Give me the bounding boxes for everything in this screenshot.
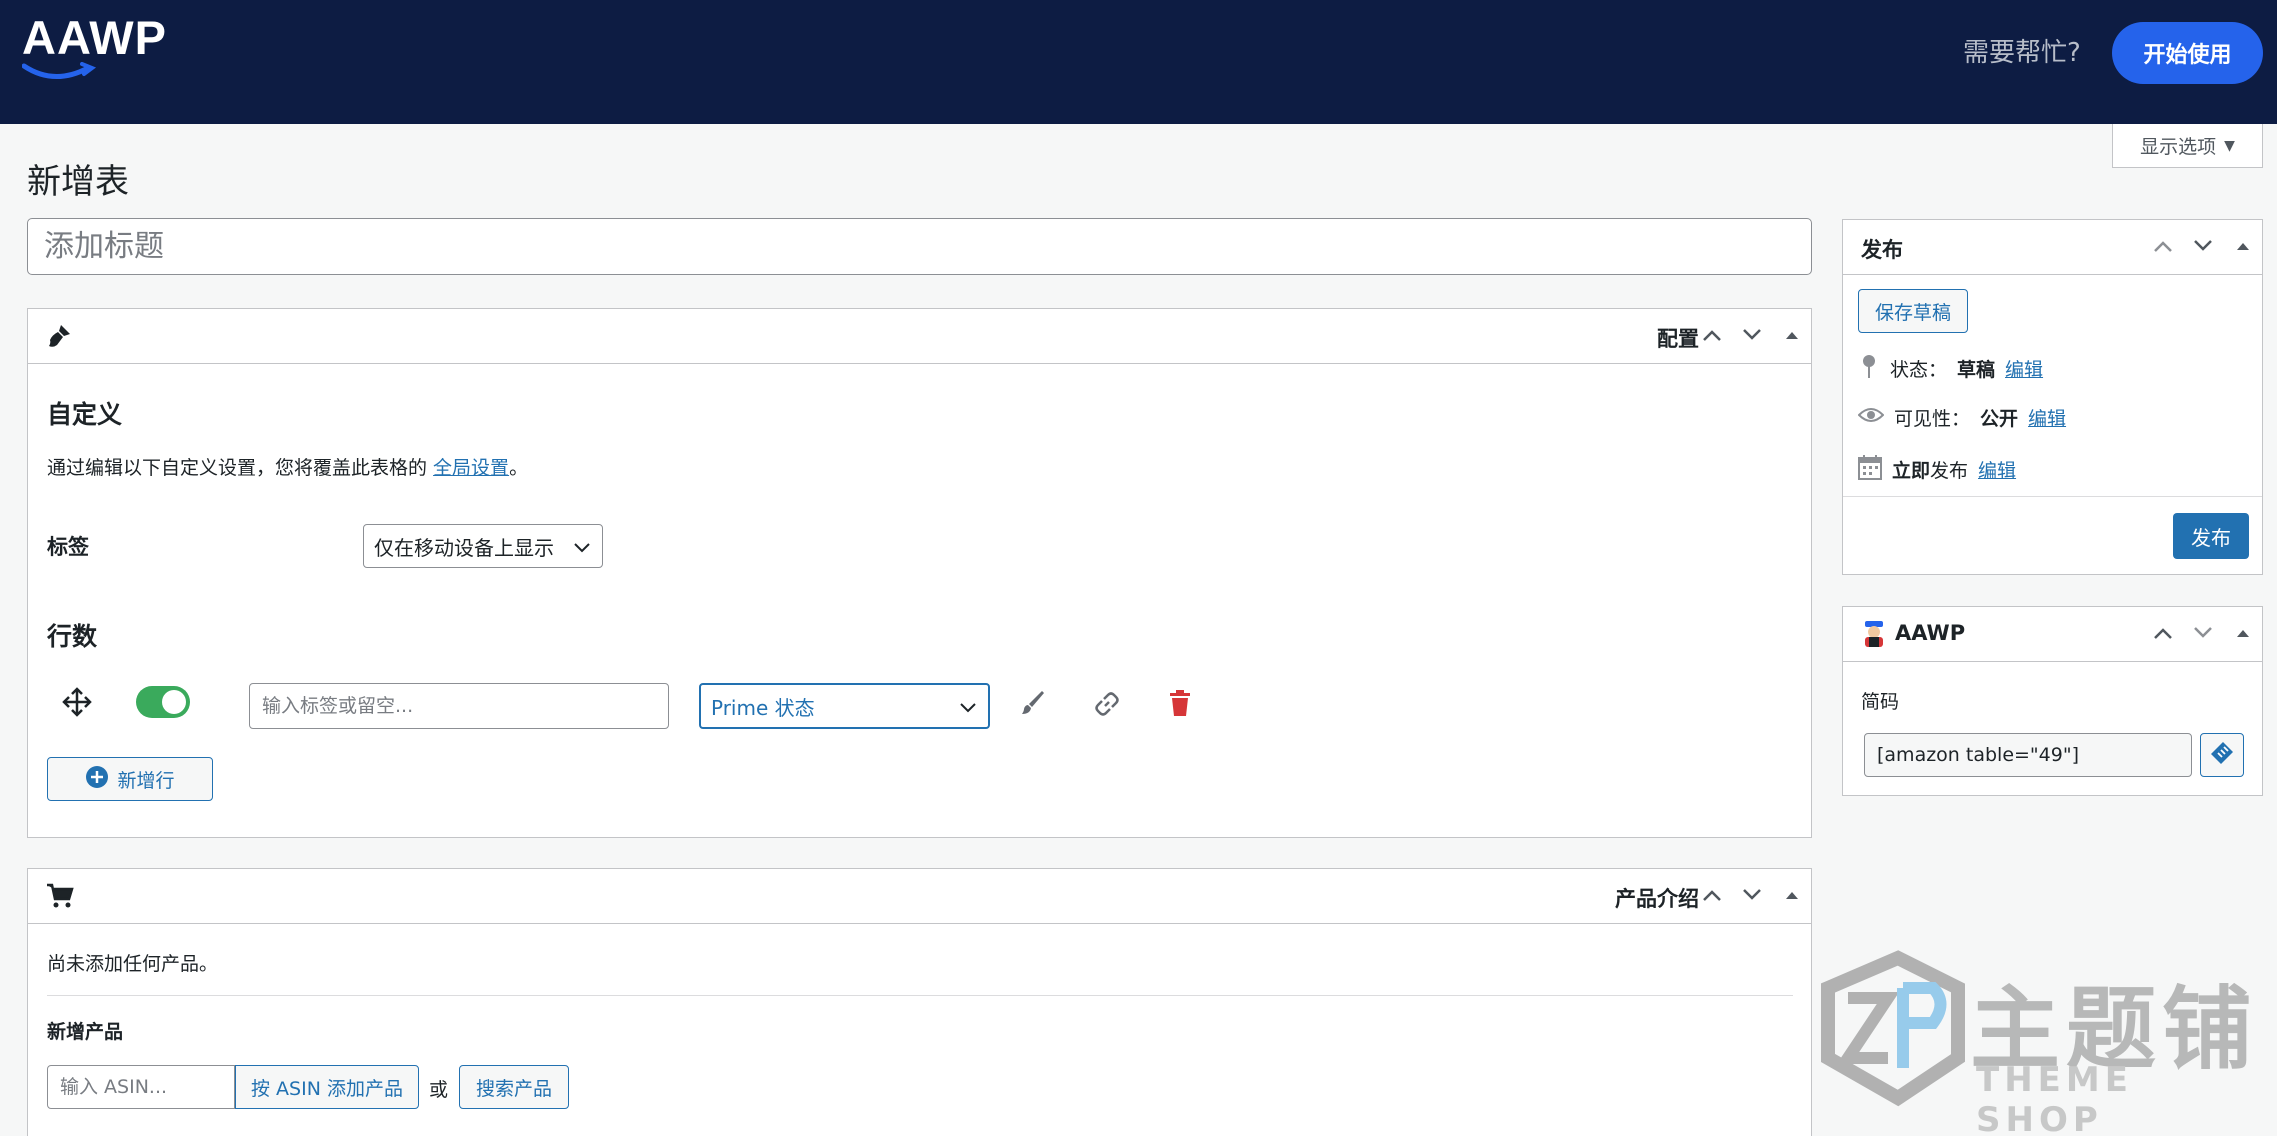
status-value: 草稿	[1957, 359, 1996, 381]
row-label-input[interactable]	[249, 683, 669, 729]
add-product-title: 新增产品	[47, 1021, 124, 1043]
products-handle-buttons	[1699, 882, 1805, 908]
page-title: 新增表	[27, 162, 129, 202]
calendar-icon	[1858, 454, 1882, 485]
status-row: 状态： 草稿 编辑	[1858, 353, 2043, 384]
label-field-title: 标签	[47, 535, 89, 559]
products-postbox-header[interactable]: 产品介绍	[28, 869, 1811, 924]
brush-icon	[46, 323, 72, 354]
shortcode-field[interactable]	[1864, 733, 2192, 777]
aawp-box-title: AAWP	[1895, 621, 1966, 645]
theme-shop-watermark: 主题铺 THEME SHOP	[1818, 948, 2258, 1136]
customize-description: 通过编辑以下自定义设置，您将覆盖此表格的 全局设置。	[47, 453, 528, 480]
collapse-toggle-icon[interactable]	[2230, 233, 2256, 259]
products-header-label: 产品介绍	[1615, 887, 1699, 911]
global-settings-link[interactable]: 全局设置	[433, 457, 509, 479]
drag-move-icon[interactable]	[62, 687, 92, 722]
schedule-row: 立即发布 编辑	[1858, 454, 2016, 485]
customize-title: 自定义	[47, 400, 123, 429]
status-edit-link[interactable]: 编辑	[2005, 355, 2043, 382]
watermark-sub-text: THEME SHOP	[1976, 1060, 2133, 1136]
chevron-down-icon	[960, 694, 976, 718]
collapse-toggle-icon[interactable]	[2230, 620, 2256, 646]
move-down-icon[interactable]	[1739, 882, 1765, 908]
move-down-icon[interactable]	[1739, 322, 1765, 348]
publish-title: 发布	[1861, 238, 1903, 262]
cart-icon	[46, 883, 74, 914]
label-select-value: 仅在移动设备上显示	[374, 535, 554, 560]
schedule-edit-link[interactable]: 编辑	[1978, 456, 2016, 483]
add-by-asin-button[interactable]: 按 ASIN 添加产品	[235, 1065, 419, 1109]
watermark-logo-icon	[1821, 950, 1965, 1107]
row-enabled-toggle[interactable]	[136, 686, 190, 718]
desc-prefix: 通过编辑以下自定义设置，您将覆盖此表格的	[47, 457, 434, 479]
visibility-label: 可见性：	[1894, 408, 1971, 430]
search-products-button[interactable]: 搜索产品	[459, 1065, 569, 1109]
aawp-postbox-header[interactable]: AAWP	[1843, 607, 2262, 662]
plus-circle-icon	[85, 765, 109, 794]
copy-shortcode-button[interactable]	[2200, 733, 2244, 777]
or-text: 或	[429, 1079, 449, 1101]
link-icon[interactable]	[1092, 689, 1122, 724]
visibility-row: 可见性： 公开 编辑	[1857, 404, 2066, 431]
config-header-label: 配置	[1657, 327, 1699, 351]
aawp-logo[interactable]: AAWP	[22, 14, 182, 84]
move-up-icon[interactable]	[2150, 233, 2176, 259]
publish-postbox-header[interactable]: 发布	[1843, 220, 2262, 275]
schedule-suffix: 发布	[1930, 460, 1969, 482]
trash-icon[interactable]	[1168, 689, 1192, 722]
products-postbox: 产品介绍 尚未添加任何产品。 新增产品 按 ASIN 添加产品 或 搜索产品	[27, 868, 1812, 1136]
caret-down-icon: ▼	[2224, 137, 2235, 154]
publish-divider	[1843, 496, 2262, 497]
move-up-icon[interactable]	[1699, 322, 1725, 348]
pin-icon	[1858, 353, 1880, 384]
label-select[interactable]: 仅在移动设备上显示	[363, 524, 603, 568]
title-input[interactable]	[27, 218, 1812, 275]
config-postbox: 配置 自定义 通过编辑以下自定义设置，您将覆盖此表格的 全局设置。 标签 仅在移…	[27, 308, 1812, 838]
config-handle-buttons	[1699, 322, 1805, 348]
save-draft-button[interactable]: 保存草稿	[1858, 289, 1968, 333]
help-link[interactable]: 需要帮忙?	[1963, 33, 2081, 73]
schedule-label: 立即	[1892, 460, 1931, 482]
move-up-icon[interactable]	[2150, 620, 2176, 646]
get-started-button[interactable]: 开始使用	[2112, 22, 2263, 84]
logo-text: AAWP	[22, 11, 167, 64]
publish-postbox: 发布 保存草稿 状态： 草稿 编辑 可见性： 公开 编辑 立即发布 编辑 发布	[1842, 219, 2263, 575]
aawp-mascot-icon	[1861, 619, 1887, 654]
asin-input[interactable]	[47, 1065, 235, 1109]
row-type-value: Prime 状态	[711, 695, 815, 720]
no-products-text: 尚未添加任何产品。	[47, 953, 219, 975]
eye-icon	[1857, 405, 1885, 430]
move-down-icon[interactable]	[2190, 620, 2216, 646]
desc-suffix: 。	[509, 457, 529, 479]
paint-brush-icon[interactable]	[1018, 689, 1046, 722]
add-row-button[interactable]: 新增行	[47, 757, 213, 801]
top-bar: AAWP 需要帮忙? 开始使用	[0, 0, 2277, 124]
publish-handle-buttons	[2150, 233, 2256, 259]
chevron-down-icon	[574, 534, 590, 558]
screen-options-button[interactable]: 显示选项 ▼	[2112, 124, 2263, 168]
row-type-select[interactable]: Prime 状态	[699, 683, 990, 729]
publish-button[interactable]: 发布	[2173, 513, 2249, 559]
move-down-icon[interactable]	[2190, 233, 2216, 259]
visibility-edit-link[interactable]: 编辑	[2028, 404, 2066, 431]
rows-title: 行数	[47, 622, 98, 651]
copy-clipboard-icon	[2209, 740, 2235, 771]
screen-options-label: 显示选项	[2140, 136, 2217, 158]
visibility-value: 公开	[1980, 408, 2019, 430]
status-label: 状态：	[1890, 359, 1948, 381]
move-up-icon[interactable]	[1699, 882, 1725, 908]
aawp-postbox: AAWP 简码	[1842, 606, 2263, 796]
logo-smile-icon	[22, 62, 97, 79]
products-divider	[47, 995, 1793, 996]
collapse-toggle-icon[interactable]	[1779, 882, 1805, 908]
config-postbox-header[interactable]: 配置	[28, 309, 1811, 364]
collapse-toggle-icon[interactable]	[1779, 322, 1805, 348]
add-row-label: 新增行	[117, 769, 175, 792]
shortcode-label: 简码	[1861, 691, 1900, 713]
aawp-handle-buttons	[2150, 620, 2256, 646]
